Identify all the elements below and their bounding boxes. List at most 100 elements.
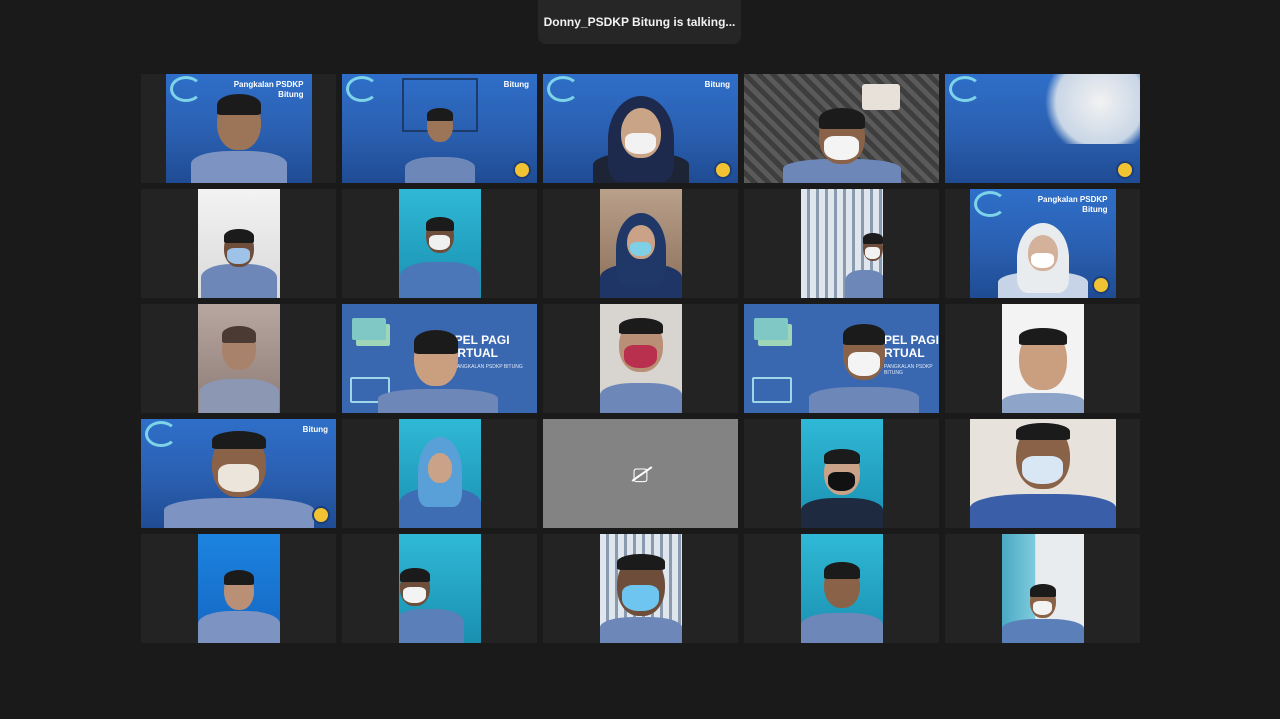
participant-body [599,383,682,413]
participant-head [618,318,663,372]
participant-video: Bitung [543,74,738,183]
participant-head [223,570,254,610]
participant-tile[interactable] [141,304,336,413]
participant-head [818,108,865,164]
participant-body [1001,393,1084,413]
participant-body [398,609,464,643]
participant-body [404,157,475,183]
active-speaker-indicator: Donny_PSDKP Bitung is talking... [538,0,741,44]
participant-tile[interactable] [141,189,336,298]
participant-tile[interactable]: Bitung [342,74,537,183]
participant-tile[interactable] [744,189,939,298]
face-mask [227,248,250,264]
participant-body [190,151,287,183]
participant-head [399,568,430,606]
participant-head [426,108,453,142]
participant-tile[interactable] [342,189,537,298]
participant-tile[interactable] [342,419,537,528]
banner-text: Bitung [302,425,328,434]
participant-tile[interactable] [744,74,939,183]
participant-tile[interactable] [543,304,738,413]
apel-title-line-2: RTUAL [884,346,925,360]
face-mask [827,472,856,492]
participant-video [398,189,481,298]
participant-tile[interactable] [945,419,1140,528]
agency-badge-icon [312,506,330,524]
participant-head [1015,423,1070,489]
participant-tile[interactable]: Bitung [141,419,336,528]
face-mask [1021,456,1064,484]
participant-tile[interactable] [744,534,939,643]
participant-video: Pangkalan PSDKP Bitung [969,189,1116,298]
face-mask [428,235,451,251]
participant-body [198,379,279,413]
participant-tile[interactable] [342,534,537,643]
participant-video: Bitung [141,419,336,528]
agency-logo-swoosh [949,76,981,102]
agency-logo-swoosh [547,76,579,102]
participant-tile[interactable]: APEL PAGI VIRTUAL PANGKALAN PSDKP BITUNG [342,304,537,413]
face-mask [629,242,652,257]
participant-body [809,387,919,413]
participant-head [616,554,665,616]
participant-video [398,419,481,528]
participant-tile[interactable] [945,304,1140,413]
apel-subtitle: PANGKALAN PSDKP BITUNG [884,364,933,376]
participant-body [1001,619,1084,643]
face-mask [623,345,658,368]
participant-body [800,498,883,528]
participant-video: PEL PAGI RTUAL PANGKALAN PSDKP BITUNG [744,304,939,413]
participant-tile[interactable] [945,74,1140,183]
participant-video [599,189,682,298]
face-mask [824,136,859,160]
face-mask [403,587,426,603]
banner-text: Bitung [503,80,529,89]
participant-tile-camera-off[interactable]: ▢ [543,419,738,528]
participant-head [211,431,266,497]
participant-tile[interactable] [744,419,939,528]
participant-head [221,326,256,370]
participant-body [163,498,314,528]
participant-tile[interactable] [141,534,336,643]
participant-tile[interactable]: Bitung [543,74,738,183]
participant-video [800,419,883,528]
active-speaker-text: Donny_PSDKP Bitung is talking... [543,15,736,29]
participant-video [197,304,280,413]
participant-body [844,270,883,298]
participant-body [800,613,883,643]
participant-video [744,74,939,183]
participant-body [399,262,480,298]
participant-body [197,611,280,643]
participant-tile[interactable]: Pangkalan PSDKP Bitung [945,189,1140,298]
participant-tile[interactable] [945,534,1140,643]
participant-head [1029,584,1056,618]
participant-video [599,534,682,643]
banner-text: Bitung [704,80,730,89]
participant-video: APEL PAGI VIRTUAL PANGKALAN PSDKP BITUNG [342,304,537,413]
participant-video [945,74,1140,183]
participant-video: Pangkalan PSDKP Bitung [165,74,312,183]
wall-frame [862,84,900,110]
participant-video [800,534,883,643]
participant-video [1001,534,1084,643]
book-illustration [754,318,788,340]
participant-tile[interactable] [543,534,738,643]
face-mask [625,133,656,154]
participant-video [197,189,280,298]
agency-badge-icon [513,161,531,179]
agency-logo-swoosh [973,191,1006,217]
participant-head [620,108,661,158]
participant-video [969,419,1116,528]
participant-video [1001,304,1084,413]
participant-body [599,617,682,643]
participant-body [200,264,277,298]
background-cloud [1040,74,1140,144]
agency-logo-swoosh [145,421,177,447]
participant-tile[interactable]: Pangkalan PSDKP Bitung [141,74,336,183]
face-mask [1032,601,1053,616]
participant-body [378,389,498,413]
participant-tile[interactable]: PEL PAGI RTUAL PANGKALAN PSDKP BITUNG [744,304,939,413]
participant-head [1027,235,1058,271]
participant-tile[interactable] [543,189,738,298]
participant-head [626,225,655,259]
